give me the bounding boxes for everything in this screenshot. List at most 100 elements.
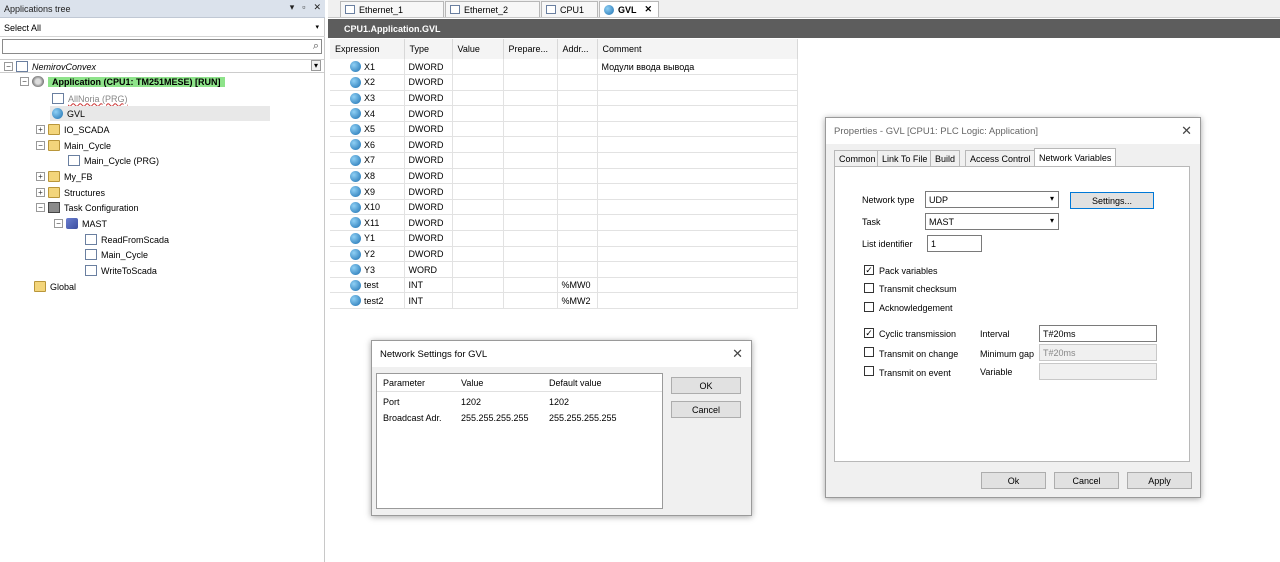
comment-cell[interactable] [597, 90, 798, 107]
expression-cell[interactable]: X2 [330, 74, 405, 91]
value-cell[interactable] [452, 59, 504, 76]
table-row[interactable]: X10 DWORD [330, 199, 798, 216]
value-cell[interactable] [452, 136, 504, 154]
collapse-icon[interactable]: − [54, 219, 63, 228]
comment-cell[interactable] [597, 105, 798, 122]
value-cell[interactable] [452, 246, 504, 263]
table-row[interactable]: Y3 WORD [330, 261, 798, 278]
expand-icon[interactable]: + [36, 188, 45, 197]
address-cell[interactable] [557, 230, 598, 247]
comment-cell[interactable] [597, 214, 798, 232]
expression-cell[interactable]: X4 [330, 105, 405, 122]
value-cell[interactable] [452, 74, 504, 91]
comment-cell[interactable] [597, 230, 798, 247]
prepared-cell[interactable] [503, 136, 558, 154]
tab-common[interactable]: Common [834, 150, 881, 167]
comment-cell[interactable] [597, 292, 798, 309]
list-identifier-input[interactable]: 1 [927, 235, 982, 252]
value-cell[interactable] [452, 261, 504, 278]
tab-gvl[interactable]: GVL ✕ [599, 1, 659, 17]
collapse-icon[interactable]: − [4, 62, 13, 71]
interval-input[interactable]: T#20ms [1039, 325, 1157, 342]
close-icon[interactable]: ✕ [1181, 123, 1192, 139]
prepared-cell[interactable] [503, 90, 558, 107]
column-header[interactable]: Prepare... [503, 39, 558, 59]
tree-item-allnoria[interactable]: AllNoria (PRG) [52, 91, 128, 106]
table-row[interactable]: X7 DWORD [330, 152, 798, 169]
table-row[interactable]: X4 DWORD [330, 105, 798, 122]
transmit-on-change-checkbox[interactable] [864, 347, 874, 357]
tree-item-main-cycle-folder[interactable]: − Main_Cycle [36, 138, 111, 153]
value-cell[interactable] [452, 168, 504, 185]
value-cell[interactable] [452, 90, 504, 107]
address-cell[interactable] [557, 183, 598, 200]
prepared-cell[interactable] [503, 152, 558, 169]
close-icon[interactable]: ✕ [732, 346, 743, 362]
tree-item-writetoscada[interactable]: WriteToScada [85, 263, 157, 278]
column-header[interactable]: Addr... [557, 39, 598, 59]
address-cell[interactable] [557, 136, 598, 154]
prepared-cell[interactable] [503, 168, 558, 185]
value-cell[interactable] [452, 121, 504, 138]
value-cell[interactable] [452, 214, 504, 232]
value-cell[interactable] [452, 183, 504, 200]
collapse-icon[interactable]: − [36, 203, 45, 212]
dropdown-icon[interactable]: ▾ [290, 2, 295, 13]
table-row[interactable]: X8 DWORD [330, 168, 798, 185]
expression-cell[interactable]: X5 [330, 121, 405, 138]
comment-cell[interactable] [597, 74, 798, 91]
close-icon[interactable]: ✕ [313, 2, 321, 13]
type-cell[interactable]: DWORD [404, 74, 453, 91]
address-cell[interactable] [557, 214, 598, 232]
type-cell[interactable]: DWORD [404, 136, 453, 154]
settings-button[interactable]: Settings... [1070, 192, 1154, 209]
type-cell[interactable]: DWORD [404, 246, 453, 263]
task-select[interactable]: MAST ▾ [925, 213, 1059, 230]
value-cell[interactable] [452, 199, 504, 216]
column-header[interactable]: Type [404, 39, 453, 59]
type-cell[interactable]: DWORD [404, 168, 453, 185]
table-row[interactable]: X6 DWORD [330, 136, 798, 154]
prepared-cell[interactable] [503, 105, 558, 122]
tab-network-variables[interactable]: Network Variables [1034, 148, 1117, 167]
table-row[interactable]: X1 DWORD Модули ввода вывода [330, 59, 798, 76]
comment-cell[interactable] [597, 246, 798, 263]
tab-cpu1[interactable]: CPU1 [541, 1, 598, 17]
type-cell[interactable]: INT [404, 277, 453, 294]
table-row[interactable]: Y2 DWORD [330, 246, 798, 263]
prepared-cell[interactable] [503, 292, 558, 309]
column-header[interactable]: Value [452, 39, 504, 59]
prepared-cell[interactable] [503, 261, 558, 278]
prepared-cell[interactable] [503, 246, 558, 263]
tab-ethernet-2[interactable]: Ethernet_2 [445, 1, 540, 17]
prepared-cell[interactable] [503, 230, 558, 247]
apply-button[interactable]: Apply [1127, 472, 1192, 489]
cancel-button[interactable]: Cancel [671, 401, 741, 418]
prepared-cell[interactable] [503, 277, 558, 294]
expression-cell[interactable]: X11 [330, 214, 405, 232]
tab-build[interactable]: Build [930, 150, 961, 167]
prepared-cell[interactable] [503, 214, 558, 232]
tree-item-global[interactable]: Global [34, 279, 76, 294]
tree-item-task-configuration[interactable]: − Task Configuration [36, 200, 139, 215]
ok-button[interactable]: OK [671, 377, 741, 394]
comment-cell[interactable] [597, 199, 798, 216]
address-cell[interactable] [557, 105, 598, 122]
expression-cell[interactable]: X7 [330, 152, 405, 169]
minimum-gap-input[interactable]: T#20ms [1039, 344, 1157, 361]
address-cell[interactable]: %MW0 [557, 277, 598, 294]
type-cell[interactable]: DWORD [404, 121, 453, 138]
expression-cell[interactable]: Y1 [330, 230, 405, 247]
type-cell[interactable]: WORD [404, 261, 453, 278]
transmit-checksum-checkbox[interactable] [864, 283, 874, 293]
transmit-on-event-checkbox[interactable] [864, 366, 874, 376]
variable-input[interactable] [1039, 363, 1157, 380]
type-cell[interactable]: DWORD [404, 90, 453, 107]
address-cell[interactable] [557, 74, 598, 91]
address-cell[interactable]: %MW2 [557, 292, 598, 309]
type-cell[interactable]: DWORD [404, 105, 453, 122]
table-row[interactable]: test INT %MW0 [330, 277, 798, 294]
tree-item-io-scada[interactable]: + IO_SCADA [36, 122, 110, 137]
select-all-dropdown[interactable]: Select All ▾ [0, 19, 325, 37]
pack-variables-checkbox[interactable]: ✓ [864, 265, 874, 275]
